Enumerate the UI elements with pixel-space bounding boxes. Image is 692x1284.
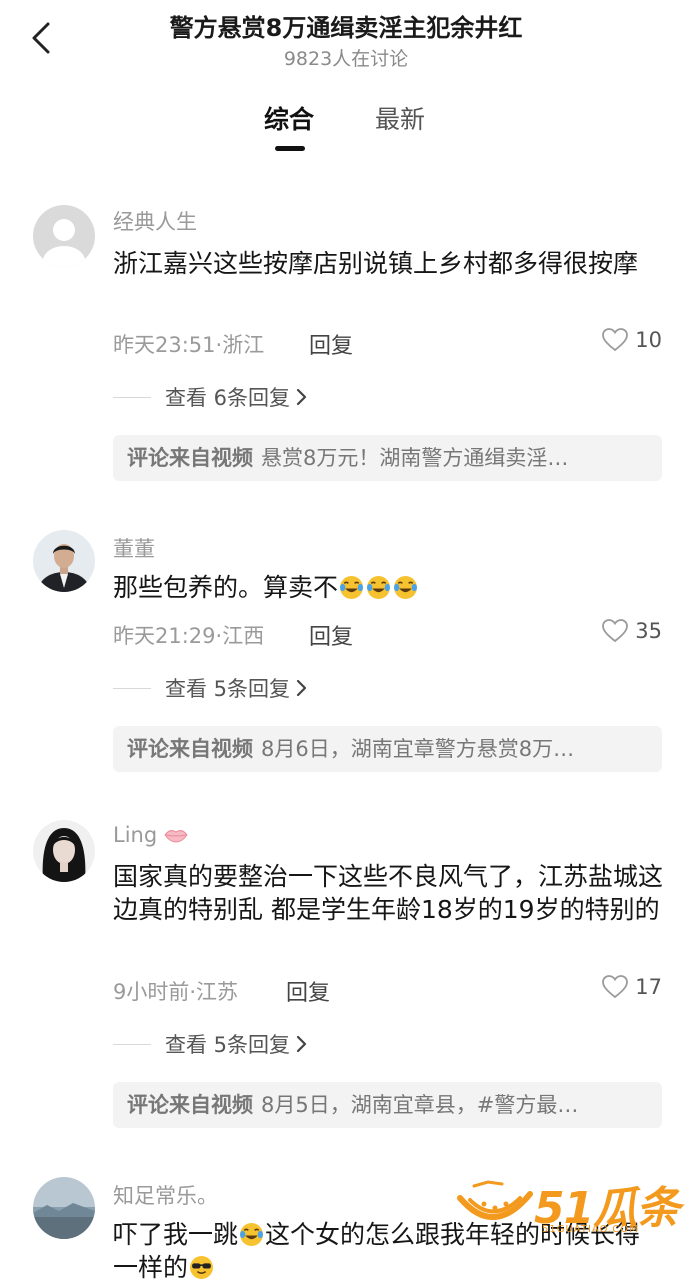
comment-meta: 9小时前·江苏	[113, 980, 239, 1004]
watermelon-logo-icon	[457, 1180, 533, 1220]
comment-meta: 昨天23:51·浙江	[113, 333, 265, 357]
replies-label: 查看 5条回复	[165, 677, 291, 701]
chevron-right-icon	[296, 388, 307, 406]
heart-icon	[602, 619, 629, 643]
tab-latest[interactable]: 最新	[375, 100, 425, 136]
like-count: 17	[635, 975, 662, 999]
video-source-link[interactable]: 评论来自视频 8月6日，湖南宜章警方悬赏8万…	[113, 726, 662, 772]
like-button[interactable]: 10	[602, 328, 662, 352]
source-text: 悬赏8万元！湖南警方通缉卖淫…	[261, 446, 569, 470]
user-photo-avatar	[33, 530, 95, 592]
replies-divider	[113, 687, 151, 689]
reply-button[interactable]: 回复	[309, 619, 353, 651]
comment-text: 那些包养的。算卖不	[113, 571, 668, 604]
view-replies-button[interactable]: 查看 6条回复	[113, 382, 308, 412]
like-button[interactable]: 35	[602, 619, 662, 643]
comment-meta: 昨天21:29·江西	[113, 624, 265, 648]
top-bar: 警方悬赏8万通缉卖淫主犯余井红 9823人在讨论 综合 最新	[0, 0, 692, 160]
comment-text: 国家真的要整治一下这些不良风气了，江苏盐城这边真的特别乱 都是学生年龄18岁的1…	[113, 862, 664, 924]
comment-username[interactable]: 知足常乐。	[113, 1180, 218, 1210]
user-photo-avatar	[33, 820, 95, 882]
heart-icon	[602, 975, 629, 999]
laughing-crying-emoji-icon	[240, 1223, 263, 1246]
like-button[interactable]: 17	[602, 975, 662, 999]
sunglasses-emoji-icon	[190, 1256, 213, 1279]
like-count: 10	[635, 328, 662, 352]
replies-divider	[113, 396, 151, 398]
source-label: 评论来自视频	[127, 1093, 253, 1117]
source-text: 8月6日，湖南宜章警方悬赏8万…	[261, 737, 575, 761]
comment-username[interactable]: 董董	[113, 533, 155, 563]
like-count: 35	[635, 619, 662, 643]
default-avatar-icon	[33, 205, 95, 267]
reply-button[interactable]: 回复	[309, 328, 353, 360]
avatar[interactable]	[33, 1177, 95, 1239]
comment-text: 浙江嘉兴这些按摩店别说镇上乡村都多得很按摩	[113, 249, 639, 278]
view-replies-button[interactable]: 查看 5条回复	[113, 673, 308, 703]
replies-label: 查看 5条回复	[165, 1033, 291, 1057]
comment-username[interactable]: 经典人生	[113, 206, 197, 236]
replies-label: 查看 6条回复	[165, 386, 291, 410]
avatar[interactable]	[33, 530, 95, 592]
replies-divider	[113, 1043, 151, 1045]
tab-comprehensive[interactable]: 综合	[264, 100, 314, 136]
laughing-crying-emoji-icon	[340, 576, 363, 599]
chevron-right-icon	[296, 1035, 307, 1053]
watermark-logo: 51瓜条 51GUATIAO.COM	[454, 1170, 684, 1240]
page-title: 警方悬赏8万通缉卖淫主犯余井红	[169, 14, 523, 42]
landscape-photo-avatar	[33, 1177, 95, 1239]
chevron-right-icon	[296, 679, 307, 697]
source-text: 8月5日，湖南宜章县，#警方最…	[261, 1093, 579, 1117]
source-label: 评论来自视频	[127, 737, 253, 761]
lips-icon	[164, 830, 188, 843]
discussion-count: 9823人在讨论	[283, 48, 409, 70]
view-replies-button[interactable]: 查看 5条回复	[113, 1029, 308, 1059]
video-source-link[interactable]: 评论来自视频 8月5日，湖南宜章县，#警方最…	[113, 1082, 662, 1128]
reply-button[interactable]: 回复	[286, 975, 330, 1007]
tab-active-indicator	[275, 146, 305, 151]
avatar[interactable]	[33, 205, 95, 267]
watermark-url: 51GUATIAO.COM	[542, 1224, 639, 1235]
heart-icon	[602, 328, 629, 352]
laughing-crying-emoji-icon	[394, 576, 417, 599]
video-source-link[interactable]: 评论来自视频 悬赏8万元！湖南警方通缉卖淫…	[113, 435, 662, 481]
laughing-crying-emoji-icon	[367, 576, 390, 599]
avatar[interactable]	[33, 820, 95, 882]
comment-username[interactable]: Ling	[113, 823, 188, 847]
source-label: 评论来自视频	[127, 446, 253, 470]
